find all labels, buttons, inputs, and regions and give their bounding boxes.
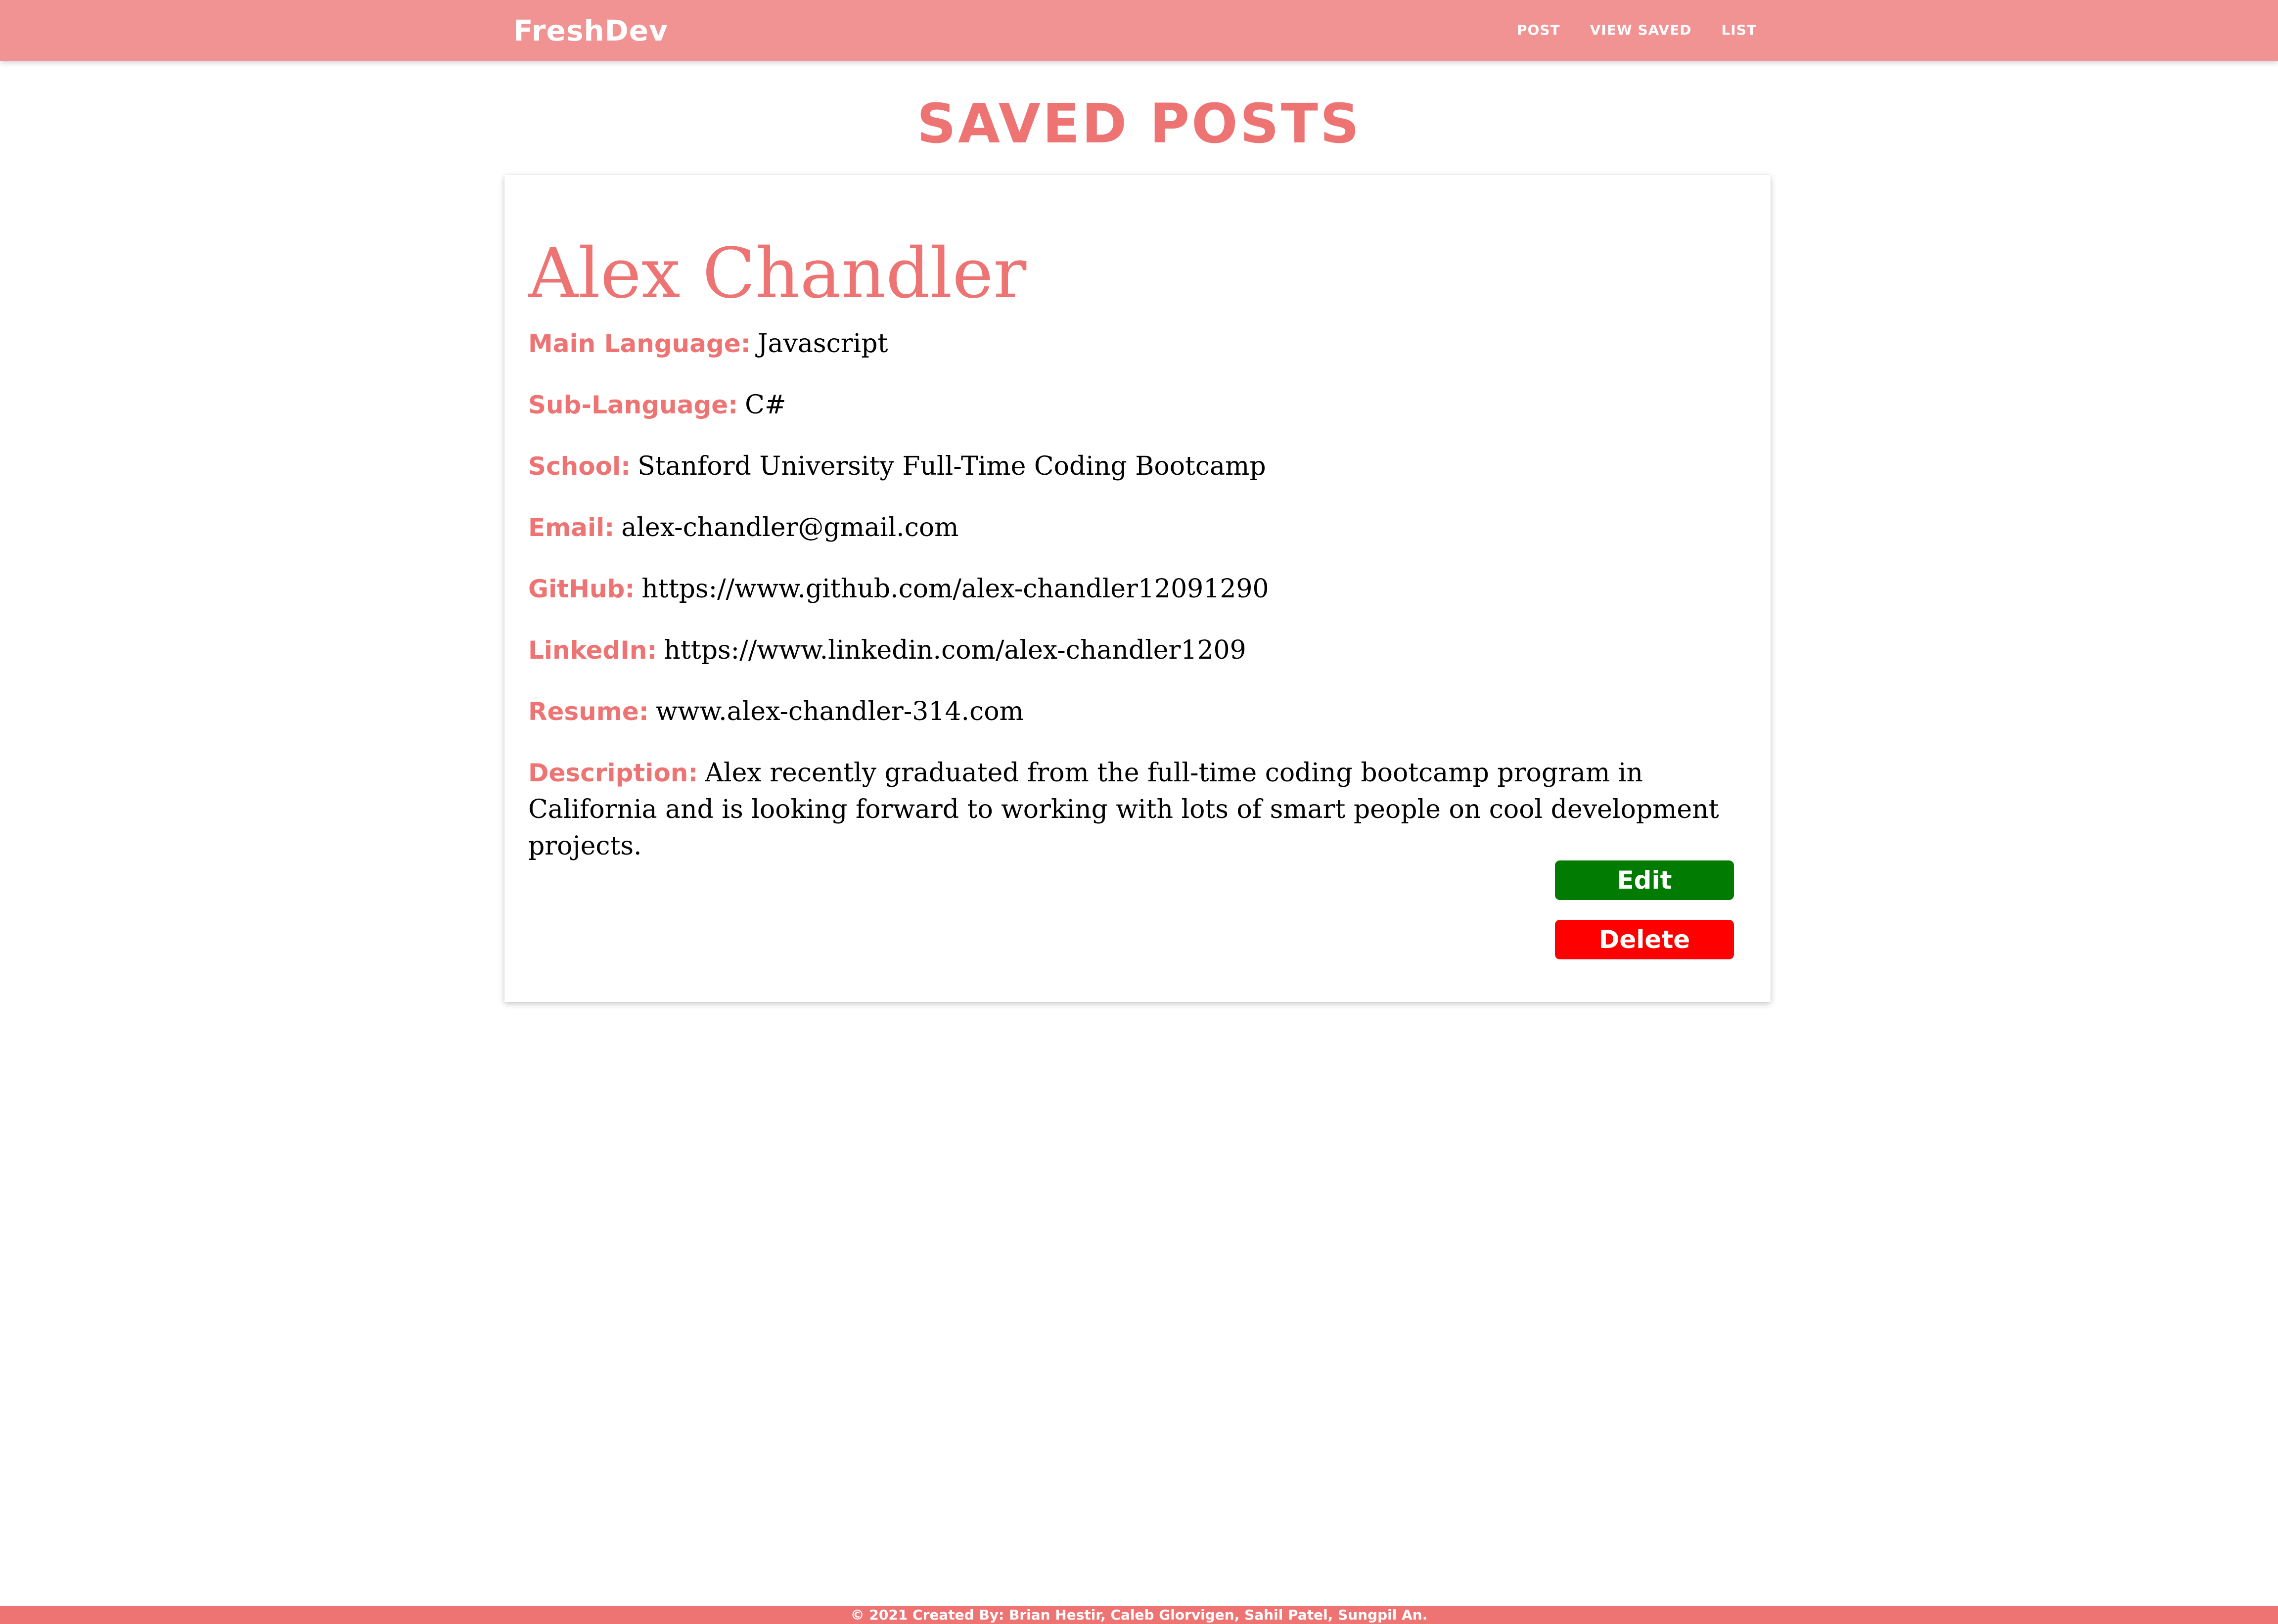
nav-link-list[interactable]: LIST xyxy=(1721,19,1757,42)
field-description: Description: Alex recently graduated from… xyxy=(528,755,1747,864)
field-school: School: Stanford University Full-Time Cod… xyxy=(528,448,1747,485)
edit-button[interactable]: Edit xyxy=(1555,860,1734,900)
nav-link-view-saved[interactable]: VIEW SAVED xyxy=(1590,19,1692,42)
field-label: GitHub: xyxy=(528,575,635,603)
brand-logo[interactable]: FreshDev xyxy=(513,11,668,50)
field-main-language: Main Language: Javascript xyxy=(528,325,1747,362)
field-resume: Resume: www.alex-chandler-314.com xyxy=(528,693,1747,730)
field-label: Sub-Language: xyxy=(528,391,738,419)
field-email: Email: alex-chandler@gmail.com xyxy=(528,509,1747,546)
field-linkedin: LinkedIn: https://www.linkedin.com/alex-c… xyxy=(528,632,1747,669)
field-value: C# xyxy=(745,390,786,420)
field-sub-language: Sub-Language: C# xyxy=(528,387,1747,423)
field-label: Email: xyxy=(528,513,615,542)
field-value: Javascript xyxy=(757,329,888,359)
developer-name: Alex Chandler xyxy=(528,233,1027,314)
field-value: https://www.linkedin.com/alex-chandler12… xyxy=(664,635,1246,665)
nav-links: POST VIEW SAVED LIST xyxy=(1517,19,1757,42)
delete-button[interactable]: Delete xyxy=(1555,920,1734,959)
nav-link-post[interactable]: POST xyxy=(1517,19,1560,42)
field-github: GitHub: https://www.github.com/alex-chand… xyxy=(528,571,1747,607)
page-title: SAVED POSTS xyxy=(916,92,1362,155)
field-value: Alex recently graduated from the full-ti… xyxy=(528,758,1719,861)
field-value: www.alex-chandler-314.com xyxy=(655,697,1024,726)
footer: © 2021 Created By: Brian Hestir, Caleb G… xyxy=(0,1606,2278,1624)
field-label: LinkedIn: xyxy=(528,636,657,665)
navbar: FreshDev POST VIEW SAVED LIST xyxy=(0,0,2278,61)
field-value: https://www.github.com/alex-chandler1209… xyxy=(641,574,1269,604)
field-value: Stanford University Full-Time Coding Boo… xyxy=(638,451,1266,481)
field-value: alex-chandler@gmail.com xyxy=(621,513,959,542)
field-label: Resume: xyxy=(528,697,649,726)
field-label: Main Language: xyxy=(528,329,751,358)
saved-post-card: Alex Chandler Main Language: Javascript S… xyxy=(504,175,1771,1002)
field-label: School: xyxy=(528,452,631,481)
field-label: Description: xyxy=(528,759,698,787)
